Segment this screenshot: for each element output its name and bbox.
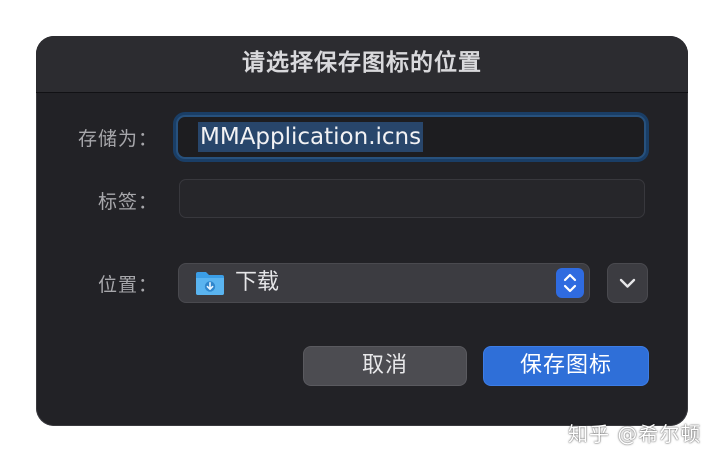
filename-input[interactable]: MMApplication.icns xyxy=(176,115,646,159)
dialog-title: 请选择保存图标的位置 xyxy=(242,50,482,76)
chevron-down-icon xyxy=(608,278,647,306)
expand-dialog-button[interactable] xyxy=(607,263,648,303)
cancel-button[interactable]: 取消 xyxy=(303,346,467,386)
tags-input[interactable] xyxy=(179,179,645,218)
location-label: 位置： xyxy=(97,274,158,296)
watermark: 知乎 @希尔顿 xyxy=(568,422,702,446)
downloads-folder-icon xyxy=(195,270,225,296)
save-as-label: 存储为： xyxy=(77,128,158,150)
save-dialog: 请选择保存图标的位置 存储为： MMApplication.icns 标签： 位… xyxy=(36,36,688,426)
save-icon-button[interactable]: 保存图标 xyxy=(483,346,649,386)
filename-value[interactable]: MMApplication.icns xyxy=(198,122,424,152)
dialog-titlebar: 请选择保存图标的位置 xyxy=(36,36,688,93)
up-down-chevron-icon[interactable] xyxy=(556,268,584,298)
location-value: 下载 xyxy=(235,270,280,295)
location-select[interactable]: 下载 xyxy=(178,263,590,303)
tags-label: 标签： xyxy=(97,191,158,213)
